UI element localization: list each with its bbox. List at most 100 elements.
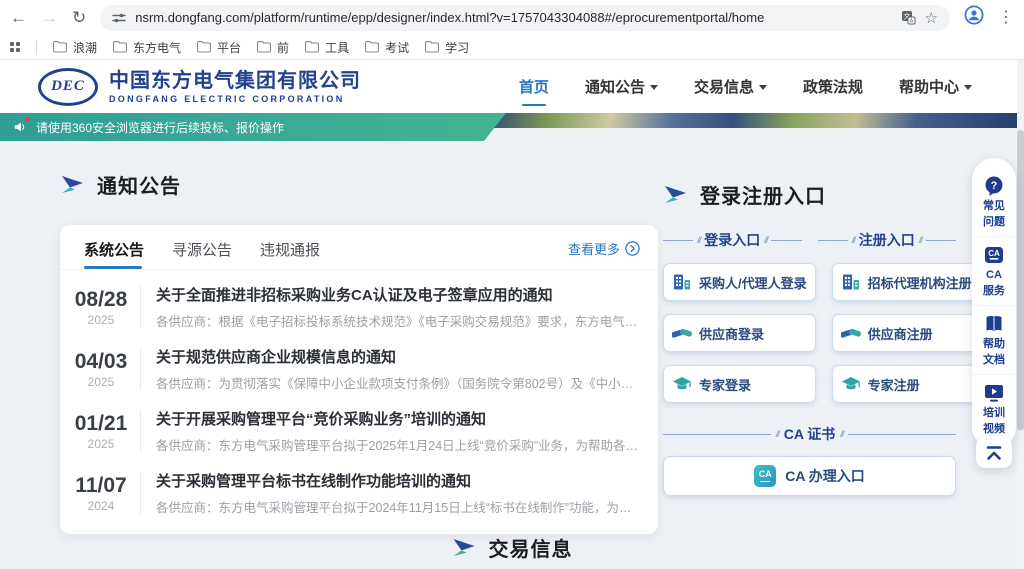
page: ← → ↻ nsrm.dongfang.com/platform/runtime… <box>0 0 1024 569</box>
notice-title[interactable]: 关于采购管理平台标书在线制作功能培训的通知 <box>156 470 640 491</box>
section-arrow-icon <box>663 185 687 205</box>
notice-section-heading: 通知公告 <box>60 170 658 199</box>
bookmark-folder[interactable]: 平台 <box>197 39 241 56</box>
dec-logo-icon: DEC <box>38 68 98 106</box>
notice-section: 通知公告 系统公告 寻源公告 违规通报 查看更多 08/28 2025 关于全面推… <box>60 170 658 534</box>
expert-register-button[interactable]: 专家注册 <box>832 365 981 403</box>
folder-icon <box>365 41 379 53</box>
main-nav: 首页 通知公告 交易信息 政策法规 帮助中心 <box>519 76 1024 97</box>
divider <box>140 348 141 390</box>
nav-home[interactable]: 首页 <box>519 76 549 97</box>
bookmark-folder[interactable]: 学习 <box>425 39 469 56</box>
trade-section: 交易信息 <box>452 533 573 562</box>
notice-summary: 各供应商：东方电气采购管理平台拟于2025年1月24日上线“竞价采购”业务，为帮… <box>156 435 640 454</box>
notice-title[interactable]: 关于规范供应商企业规模信息的通知 <box>156 346 640 367</box>
supplier-register-button[interactable]: 供应商注册 <box>832 314 981 352</box>
reload-icon[interactable]: ↻ <box>72 9 86 26</box>
circle-arrow-icon <box>625 241 640 256</box>
ca-card-icon: CA <box>983 244 1005 266</box>
notification-dot <box>25 117 30 122</box>
back-to-top-button[interactable] <box>976 437 1012 468</box>
tab-system-notices[interactable]: 系统公告 <box>84 239 144 269</box>
nav-notices[interactable]: 通知公告 <box>585 76 658 97</box>
notice-title[interactable]: 关于全面推进非招标采购业务CA认证及电子签章应用的通知 <box>156 284 640 305</box>
company-name-en: DONGFANG ELECTRIC CORPORATION <box>109 94 361 104</box>
notice-list: 08/28 2025 关于全面推进非招标采购业务CA认证及电子签章应用的通知 各供… <box>60 270 658 524</box>
folder-icon <box>113 41 127 53</box>
svg-text:?: ? <box>991 180 998 192</box>
forward-icon[interactable]: → <box>41 9 58 26</box>
ticker-text: 请使用360安全浏览器进行后续投标、报价操作 <box>36 119 284 136</box>
nav-help[interactable]: 帮助中心 <box>899 76 972 97</box>
notice-year: 2025 <box>72 437 130 451</box>
handshake-icon <box>672 323 692 343</box>
company-logo[interactable]: DEC 中国东方电气集团有限公司 DONGFANG ELECTRIC CORPO… <box>38 68 361 106</box>
notice-title[interactable]: 关于开展采购管理平台“竞价采购业务”培训的通知 <box>156 408 640 429</box>
company-name-cn: 中国东方电气集团有限公司 <box>109 70 361 92</box>
notice-date: 01/21 <box>72 412 130 435</box>
bookmark-label: 工具 <box>325 39 349 56</box>
svg-text:A: A <box>909 19 913 25</box>
url-text[interactable]: nsrm.dongfang.com/platform/runtime/epp/d… <box>135 10 891 25</box>
profile-icon[interactable] <box>964 5 984 30</box>
notice-date: 04/03 <box>72 350 130 373</box>
notice-row[interactable]: 11/072024 关于采购管理平台标书在线制作功能培训的通知 各供应商：东方电… <box>60 462 658 524</box>
help-docs-shortcut[interactable]: 帮助 文档 <box>972 305 1016 374</box>
section-title: 登录注册入口 <box>700 180 826 209</box>
ca-group-header: //CA 证书// <box>663 424 956 444</box>
bookmark-folder[interactable]: 工具 <box>305 39 349 56</box>
ca-icon: CA <box>754 465 776 487</box>
apps-grid-icon[interactable] <box>10 42 20 52</box>
browser-notice-ticker: 请使用360安全浏览器进行后续投标、报价操作 <box>0 113 506 141</box>
section-title: 通知公告 <box>97 170 181 199</box>
buyer-agent-login-button[interactable]: 采购人/代理人登录 <box>663 263 816 301</box>
bookmark-star-icon[interactable]: ☆ <box>925 9 938 27</box>
back-icon[interactable]: ← <box>10 9 27 26</box>
chevron-down-icon <box>650 85 658 90</box>
section-arrow-icon <box>60 175 84 195</box>
bookmark-folder[interactable]: 考试 <box>365 39 409 56</box>
site-header: DEC 中国东方电气集团有限公司 DONGFANG ELECTRIC CORPO… <box>0 60 1024 113</box>
tab-sourcing-notices[interactable]: 寻源公告 <box>172 239 232 269</box>
expert-login-button[interactable]: 专家登录 <box>663 365 816 403</box>
bookmark-label: 东方电气 <box>133 39 181 56</box>
notice-row[interactable]: 01/21 2025 关于开展采购管理平台“竞价采购业务”培训的通知 各供应商：东… <box>60 400 658 462</box>
divider <box>140 472 141 514</box>
browser-toolbar: ← → ↻ nsrm.dongfang.com/platform/runtime… <box>0 0 1024 35</box>
view-more-label: 查看更多 <box>568 239 620 258</box>
bookmark-folder[interactable]: 浪潮 <box>53 39 97 56</box>
training-videos-shortcut[interactable]: 培训 视频 <box>972 374 1016 443</box>
view-more-link[interactable]: 查看更多 <box>568 239 640 258</box>
video-play-icon <box>983 382 1005 404</box>
bookmark-label: 考试 <box>385 39 409 56</box>
site-settings-icon[interactable] <box>112 11 126 25</box>
nav-trade[interactable]: 交易信息 <box>694 76 767 97</box>
trade-section-heading: 交易信息 <box>452 533 573 562</box>
bookmark-folder[interactable]: 前 <box>257 39 289 56</box>
divider <box>140 410 141 452</box>
notice-row[interactable]: 08/282025 关于全面推进非招标采购业务CA认证及电子签章应用的通知 各供… <box>60 276 658 338</box>
notice-row[interactable]: 04/032025 关于规范供应商企业规模信息的通知 各供应商：为贯彻落实《保障… <box>60 338 658 400</box>
notice-date: 11/07 <box>72 474 130 497</box>
folder-icon <box>305 41 319 53</box>
graduation-cap-icon <box>841 374 861 394</box>
tab-violation-notices[interactable]: 违规通报 <box>260 239 320 269</box>
ca-apply-button[interactable]: CA CA 办理入口 <box>663 456 956 496</box>
supplier-login-button[interactable]: 供应商登录 <box>663 314 816 352</box>
nav-policy[interactable]: 政策法规 <box>803 76 863 97</box>
ca-service-shortcut[interactable]: CA CA 服务 <box>972 236 1016 305</box>
notice-date: 08/28 <box>72 288 130 311</box>
url-bar[interactable]: nsrm.dongfang.com/platform/runtime/epp/d… <box>100 5 950 31</box>
question-bubble-icon: ? <box>983 175 1005 197</box>
agency-register-button[interactable]: 招标代理机构注册 <box>832 263 981 301</box>
bookmark-folder[interactable]: 东方电气 <box>113 39 181 56</box>
folder-icon <box>425 41 439 53</box>
divider <box>140 286 141 328</box>
handshake-icon <box>841 323 861 343</box>
section-title: 交易信息 <box>489 533 573 562</box>
browser-menu-icon[interactable]: ⋮ <box>998 10 1014 26</box>
translate-icon[interactable]: 文A <box>901 10 916 25</box>
scrollbar-thumb[interactable] <box>1017 130 1024 430</box>
faq-shortcut[interactable]: ? 常见 问题 <box>972 168 1016 236</box>
notice-summary: 各供应商：东方电气采购管理平台拟于2024年11月15日上线“标书在线制作”功能… <box>156 497 640 516</box>
